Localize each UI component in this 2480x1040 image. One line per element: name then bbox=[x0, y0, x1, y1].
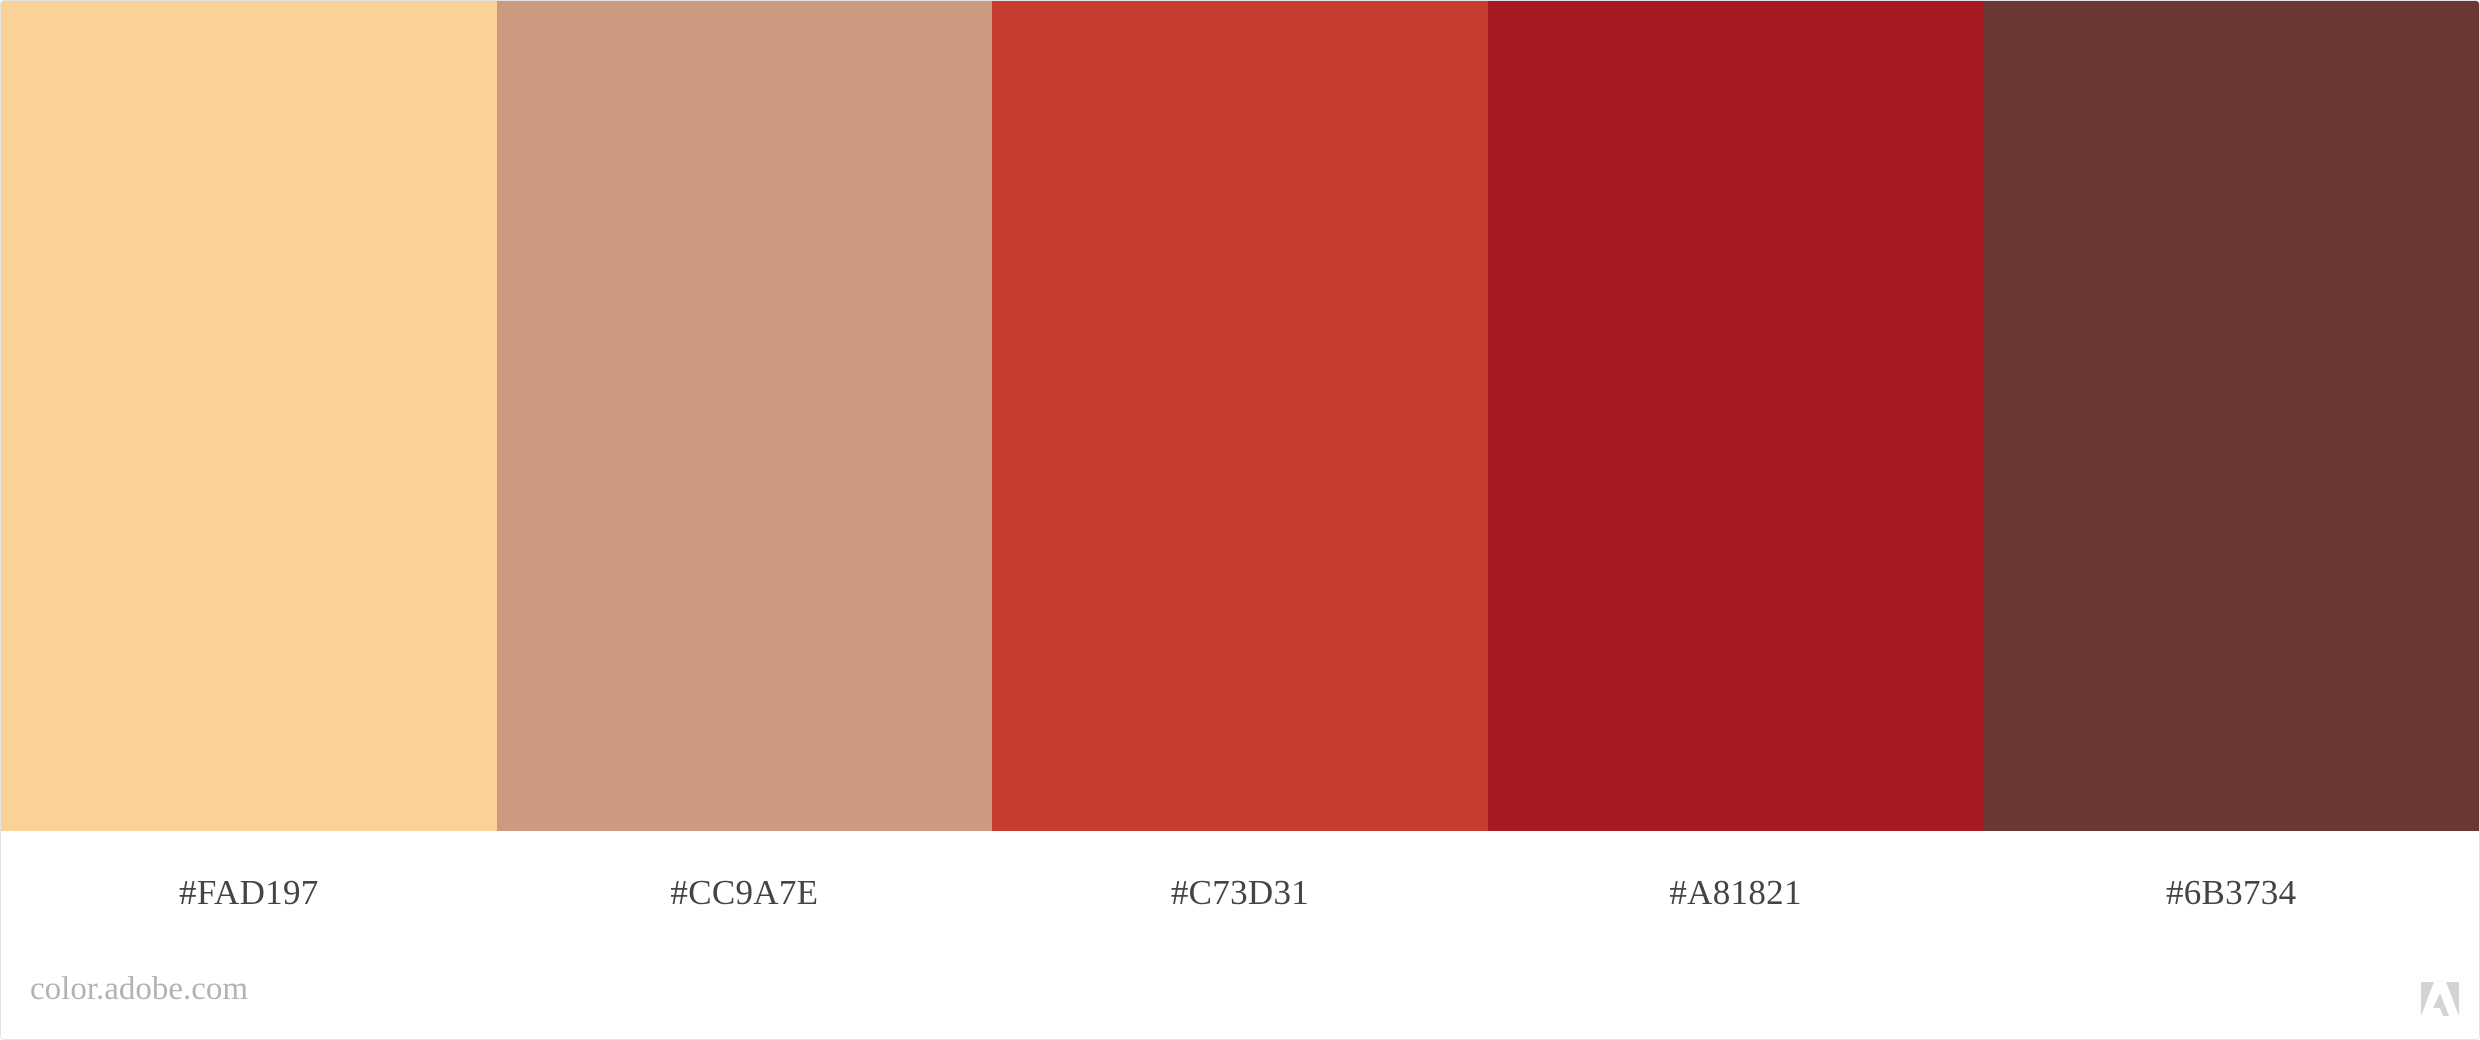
swatch-3[interactable] bbox=[992, 1, 1488, 831]
swatch-4[interactable] bbox=[1487, 1, 1984, 831]
hex-label-row: #FAD197 #CC9A7E #C73D31 #A81821 #6B3734 bbox=[1, 831, 2479, 956]
hex-label-5: #6B3734 bbox=[2165, 873, 2297, 912]
swatch-row bbox=[1, 1, 2479, 831]
adobe-logo-icon bbox=[2421, 982, 2459, 1016]
hex-label-1: #FAD197 bbox=[179, 873, 319, 912]
swatch-2[interactable] bbox=[496, 1, 993, 831]
swatch-5[interactable] bbox=[1983, 1, 2479, 831]
hex-label-2: #CC9A7E bbox=[670, 873, 819, 912]
swatch-1[interactable] bbox=[1, 1, 497, 831]
hex-label-4: #A81821 bbox=[1669, 873, 1802, 912]
palette-card: #FAD197 #CC9A7E #C73D31 #A81821 #6B3734 … bbox=[0, 0, 2480, 1040]
hex-label-3: #C73D31 bbox=[1170, 873, 1310, 912]
site-name: color.adobe.com bbox=[30, 971, 249, 1007]
